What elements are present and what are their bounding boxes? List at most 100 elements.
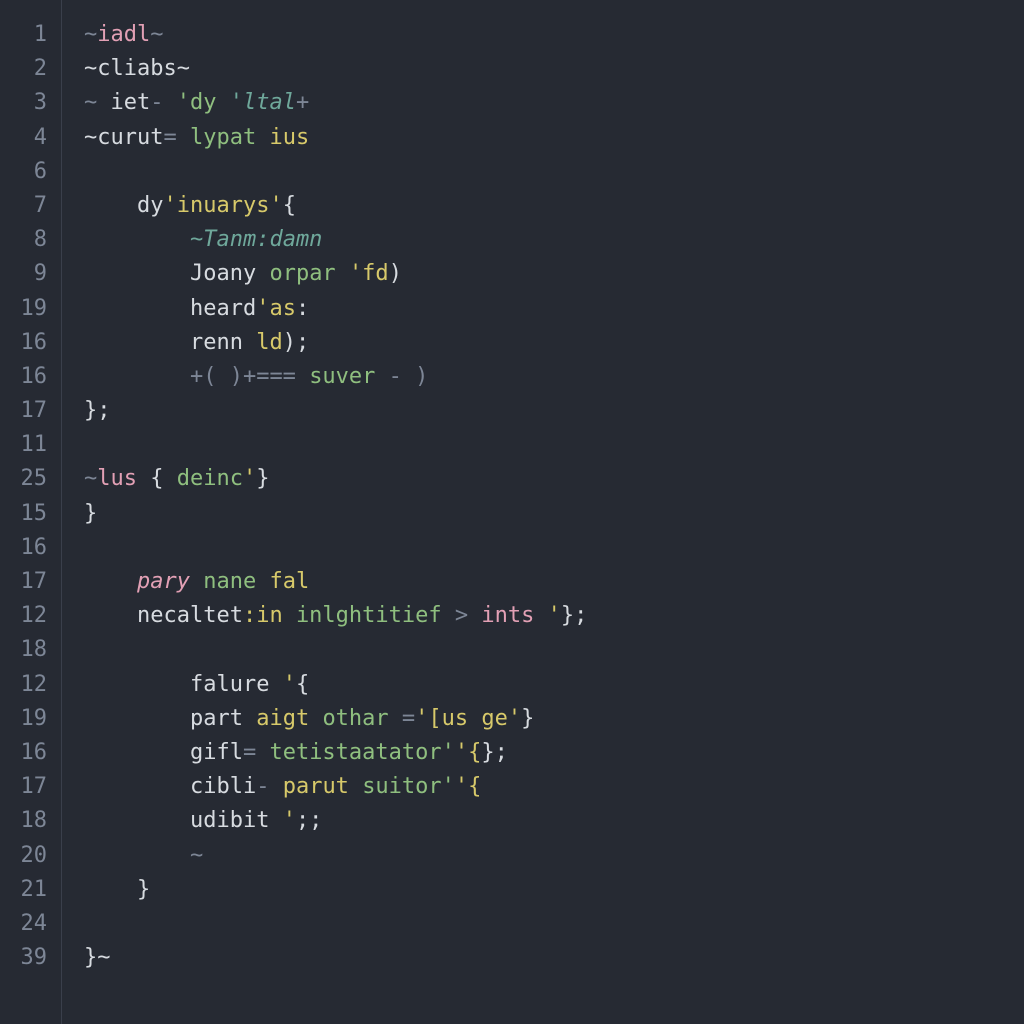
code-token: pary xyxy=(137,569,203,594)
code-token: fal xyxy=(269,569,309,594)
line-number: 19 xyxy=(0,702,61,736)
code-token: } xyxy=(84,501,97,526)
line-number: 17 xyxy=(0,394,61,428)
code-token: ius xyxy=(269,125,309,150)
code-token: :in xyxy=(243,603,296,628)
line-number: 4 xyxy=(0,121,61,155)
code-editor: 1234678919161617112515161712181219161718… xyxy=(0,0,1024,1024)
line-number: 16 xyxy=(0,531,61,565)
code-token: ' xyxy=(283,672,296,697)
code-token: }; xyxy=(561,603,588,628)
code-token: heard xyxy=(190,296,256,321)
code-line: renn ld); xyxy=(84,326,1024,360)
code-token: }; xyxy=(84,398,111,423)
code-token: > xyxy=(455,603,482,628)
code-token: '{ xyxy=(455,740,482,765)
line-number: 21 xyxy=(0,873,61,907)
line-number: 15 xyxy=(0,497,61,531)
code-token: 'ltal xyxy=(230,90,296,115)
code-token: = xyxy=(243,740,270,765)
code-token: }; xyxy=(481,740,508,765)
code-token: ld xyxy=(256,330,283,355)
code-line: ~Tanm:damn xyxy=(84,223,1024,257)
code-token: + xyxy=(296,90,309,115)
code-line: } xyxy=(84,873,1024,907)
code-token: { xyxy=(283,193,296,218)
code-token: cibli xyxy=(190,774,256,799)
code-area[interactable]: ~iadl~~cliabs~~ iet- 'dy 'ltal+~curut= l… xyxy=(62,0,1024,1024)
code-line: heard'as: xyxy=(84,292,1024,326)
code-line: dy'inuarys'{ xyxy=(84,189,1024,223)
code-token: nane xyxy=(203,569,269,594)
code-line: +( )+=== suver - ) xyxy=(84,360,1024,394)
code-token: } xyxy=(256,466,269,491)
code-token: { xyxy=(296,672,309,697)
code-token: 'dy xyxy=(177,90,230,115)
code-line: necaltet:in inlghtitief > ints '}; xyxy=(84,599,1024,633)
line-number: 16 xyxy=(0,326,61,360)
code-token: ~ xyxy=(84,22,97,47)
code-token: ); xyxy=(283,330,310,355)
line-number: 9 xyxy=(0,257,61,291)
code-line: ~iadl~ xyxy=(84,18,1024,52)
code-token: 'inuarys' xyxy=(163,193,282,218)
code-token: ~Tanm xyxy=(190,227,256,252)
code-token: '{ xyxy=(455,774,482,799)
code-token: ~ xyxy=(84,466,97,491)
code-token: = xyxy=(163,125,190,150)
code-line xyxy=(84,531,1024,565)
code-line: ~ xyxy=(84,839,1024,873)
line-number: 17 xyxy=(0,565,61,599)
code-token: { xyxy=(150,466,177,491)
code-token: 'as xyxy=(256,296,296,321)
line-number: 18 xyxy=(0,633,61,667)
code-token: othar xyxy=(322,706,401,731)
line-number: 19 xyxy=(0,292,61,326)
code-token: ints xyxy=(481,603,547,628)
code-token: dy xyxy=(137,193,164,218)
code-token: parut xyxy=(283,774,362,799)
code-token: tetistaatator' xyxy=(269,740,454,765)
code-token: necaltet xyxy=(137,603,243,628)
code-line: }; xyxy=(84,394,1024,428)
code-token: ) xyxy=(389,261,402,286)
line-number: 12 xyxy=(0,668,61,702)
code-line: pary nane fal xyxy=(84,565,1024,599)
code-token: ~ xyxy=(84,90,111,115)
code-token: :damn xyxy=(256,227,322,252)
line-number: 39 xyxy=(0,941,61,975)
code-line: Joany orpar 'fd) xyxy=(84,257,1024,291)
code-token: ;; xyxy=(296,808,323,833)
code-line xyxy=(84,633,1024,667)
code-token: deinc xyxy=(177,466,243,491)
code-line: ~lus { deinc'} xyxy=(84,462,1024,496)
code-token: udibit xyxy=(190,808,283,833)
code-token: } xyxy=(137,877,150,902)
line-number: 2 xyxy=(0,52,61,86)
line-number: 18 xyxy=(0,804,61,838)
code-token: lus xyxy=(97,466,150,491)
line-number: 24 xyxy=(0,907,61,941)
line-number: 16 xyxy=(0,736,61,770)
code-token: renn xyxy=(190,330,256,355)
line-number: 25 xyxy=(0,462,61,496)
code-token: : xyxy=(296,296,309,321)
code-token: ' xyxy=(283,808,296,833)
code-token: lypat xyxy=(190,125,269,150)
code-token: 'fd xyxy=(349,261,389,286)
code-token: suver xyxy=(309,364,375,389)
code-line: part aigt othar ='[us ge'} xyxy=(84,702,1024,736)
code-token: '[us ge' xyxy=(415,706,521,731)
code-token: ~ xyxy=(190,843,203,868)
code-token: part xyxy=(190,706,256,731)
code-token: gifl xyxy=(190,740,243,765)
line-number: 6 xyxy=(0,155,61,189)
line-number: 17 xyxy=(0,770,61,804)
code-line: } xyxy=(84,497,1024,531)
line-number: 3 xyxy=(0,86,61,120)
code-token: aigt xyxy=(256,706,322,731)
code-token: } xyxy=(521,706,534,731)
line-number-gutter: 1234678919161617112515161712181219161718… xyxy=(0,0,62,1024)
code-line xyxy=(84,155,1024,189)
code-token: Joany xyxy=(190,261,269,286)
